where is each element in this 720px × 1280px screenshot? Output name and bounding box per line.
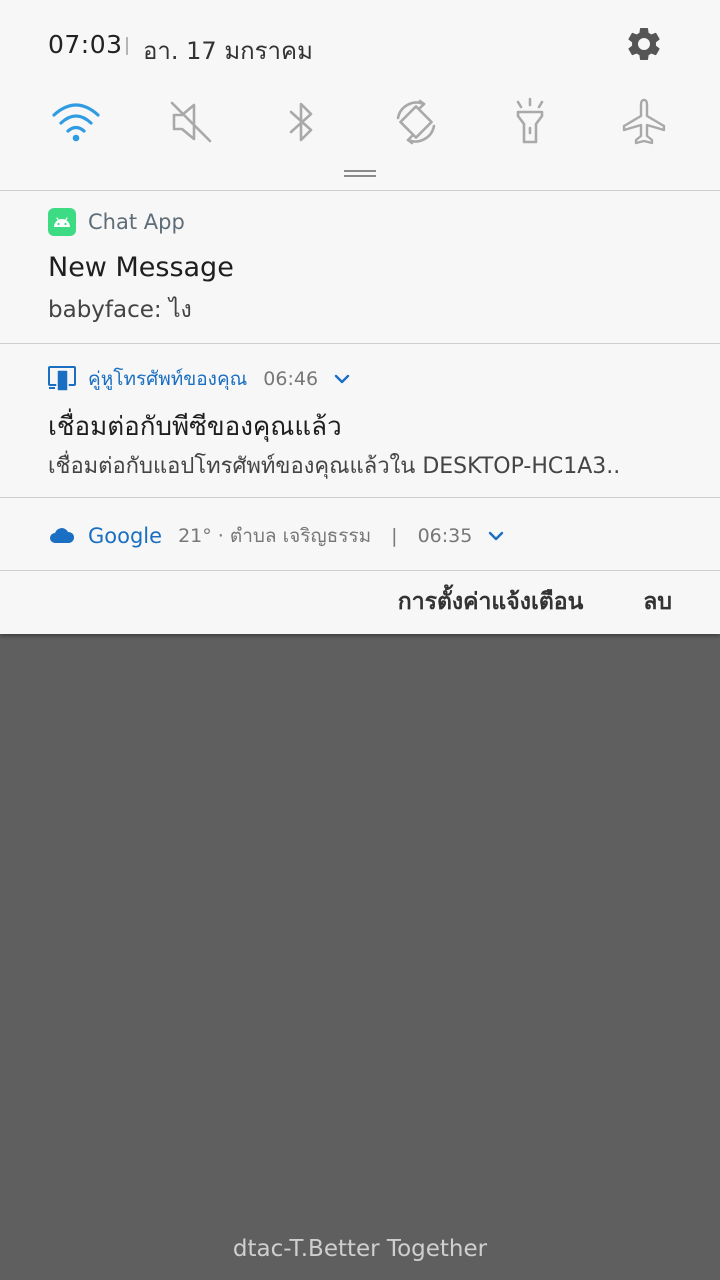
notification-settings-button[interactable]: การตั้งค่าแจ้งเตือน [398, 584, 584, 620]
chat-app-name: Chat App [88, 210, 185, 234]
google-app-name: Google [88, 524, 163, 548]
settings-gear-icon[interactable] [624, 24, 664, 64]
google-time: 06:35 [417, 525, 473, 547]
notification-actions: การตั้งค่าแจ้งเตือน ลบ [398, 584, 672, 620]
notification-panel: 07:03 อา. 17 มกราคม Chat App New Message… [0, 0, 720, 634]
panel-drag-handle[interactable] [344, 170, 376, 178]
chat-app-header: Chat App [48, 208, 185, 236]
phone-companion-title: เชื่อมต่อกับพีซีของคุณแล้ว [48, 412, 342, 442]
carrier-label: dtac-T.Better Together [232, 1236, 488, 1262]
flashlight-toggle-icon[interactable] [504, 96, 556, 148]
android-app-icon [48, 208, 76, 236]
clear-button[interactable]: ลบ [643, 584, 672, 620]
phone-companion-text: เชื่อมต่อกับแอปโทรศัพท์ของคุณแล้วใน DESK… [48, 454, 621, 479]
quick-settings-row [0, 96, 720, 148]
cloud-icon [50, 528, 75, 543]
airplane-mode-toggle-icon[interactable] [618, 96, 670, 148]
chat-notification-title: New Message [48, 252, 234, 283]
clock-time: 07:03 [48, 30, 123, 59]
chevron-down-icon[interactable] [486, 526, 506, 546]
chevron-down-icon[interactable] [332, 369, 352, 389]
phone-companion-time: 06:46 [263, 368, 319, 390]
phone-companion-header: คู่หูโทรศัพท์ของคุณ 06:46 [48, 364, 352, 394]
divider [0, 570, 720, 571]
google-separator: | [391, 525, 398, 547]
google-weather-text: 21° · ตำบล เจริญธรรม [178, 525, 372, 547]
wifi-toggle-icon[interactable] [50, 96, 102, 148]
divider [0, 497, 720, 498]
chat-notification-text: babyface: ไง [48, 297, 192, 323]
phone-link-app-icon [48, 366, 76, 392]
sound-mute-toggle-icon[interactable] [165, 96, 217, 148]
bluetooth-toggle-icon[interactable] [275, 96, 327, 148]
google-header: Google 21° · ตำบล เจริญธรรม | 06:35 [48, 521, 506, 551]
panel-header: 07:03 อา. 17 มกราคม [0, 0, 720, 90]
date-text: อา. 17 มกราคม [143, 37, 313, 65]
header-separator [126, 37, 128, 55]
divider [0, 190, 720, 191]
auto-rotate-toggle-icon[interactable] [390, 96, 442, 148]
divider [0, 343, 720, 344]
phone-companion-app-name: คู่หูโทรศัพท์ของคุณ [88, 368, 248, 390]
